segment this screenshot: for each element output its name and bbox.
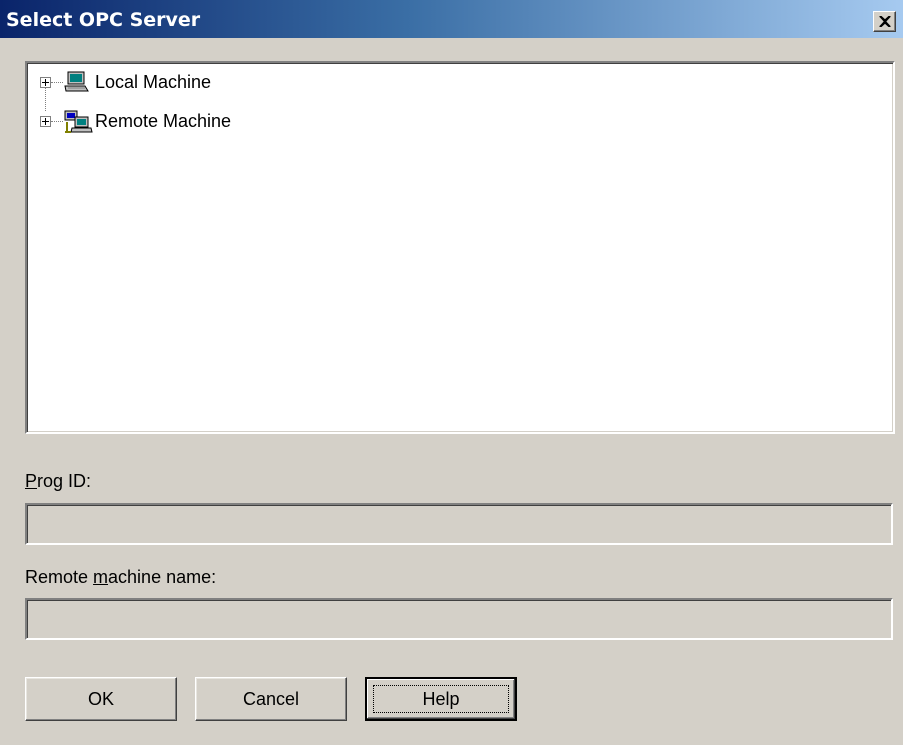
prog-id-label: Prog ID: — [25, 471, 91, 492]
remote-machine-label-pre: Remote — [25, 567, 94, 587]
remote-machine-label: Remote machine name: — [25, 567, 216, 588]
ok-button[interactable]: OK — [25, 677, 177, 721]
tree-connector-line — [51, 121, 63, 122]
prog-id-label-text: rog ID: — [37, 471, 92, 491]
help-button-label: Help — [422, 688, 460, 709]
tree-node-label: Local Machine — [95, 72, 212, 92]
remote-machine-label-text: achine name: — [108, 567, 217, 587]
expand-plus-icon[interactable] — [40, 116, 51, 127]
close-button[interactable] — [873, 11, 896, 32]
tree-node-remote-machine[interactable]: Remote Machine — [35, 108, 435, 136]
ok-button-label: OK — [87, 688, 114, 709]
cancel-button[interactable]: Cancel — [195, 677, 347, 721]
network-computers-icon — [64, 110, 93, 133]
help-button[interactable]: Help — [365, 677, 517, 721]
prog-id-accel: P — [25, 471, 38, 491]
title-bar[interactable]: Select OPC Server — [0, 0, 903, 38]
tree-node-local-machine[interactable]: Local Machine — [35, 69, 435, 97]
remote-machine-name-field[interactable] — [25, 598, 893, 640]
expand-plus-icon[interactable] — [40, 77, 51, 88]
close-icon — [879, 16, 891, 27]
tree-node-label: Remote Machine — [95, 111, 232, 131]
remote-machine-accel: m — [93, 567, 109, 587]
tree-connector-line — [51, 82, 63, 83]
computer-icon — [64, 71, 89, 92]
server-tree[interactable]: Local Machine Remote Machine — [25, 61, 895, 434]
cancel-button-label: Cancel — [242, 688, 300, 709]
prog-id-field[interactable] — [25, 503, 893, 545]
window-title: Select OPC Server — [6, 9, 201, 31]
